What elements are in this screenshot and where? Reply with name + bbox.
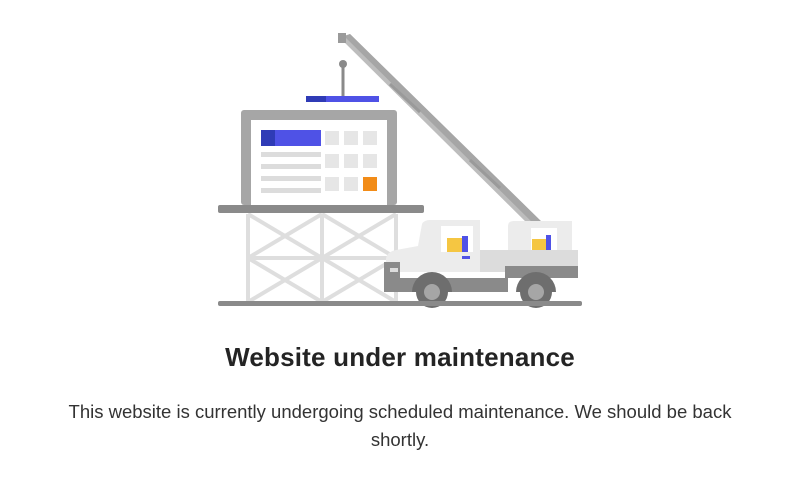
maintenance-illustration — [218, 33, 582, 308]
monitor-icon — [241, 110, 397, 205]
page-title: Website under maintenance — [225, 342, 575, 372]
scaffolding-icon — [246, 212, 398, 304]
crane-load-icon — [306, 60, 379, 102]
maintenance-page: Website under maintenance This website i… — [0, 0, 800, 490]
platform-bar — [218, 205, 424, 213]
crane-truck-icon — [384, 220, 578, 292]
maintenance-message: This website is currently undergoing sch… — [68, 401, 732, 450]
ground-line — [218, 301, 582, 306]
